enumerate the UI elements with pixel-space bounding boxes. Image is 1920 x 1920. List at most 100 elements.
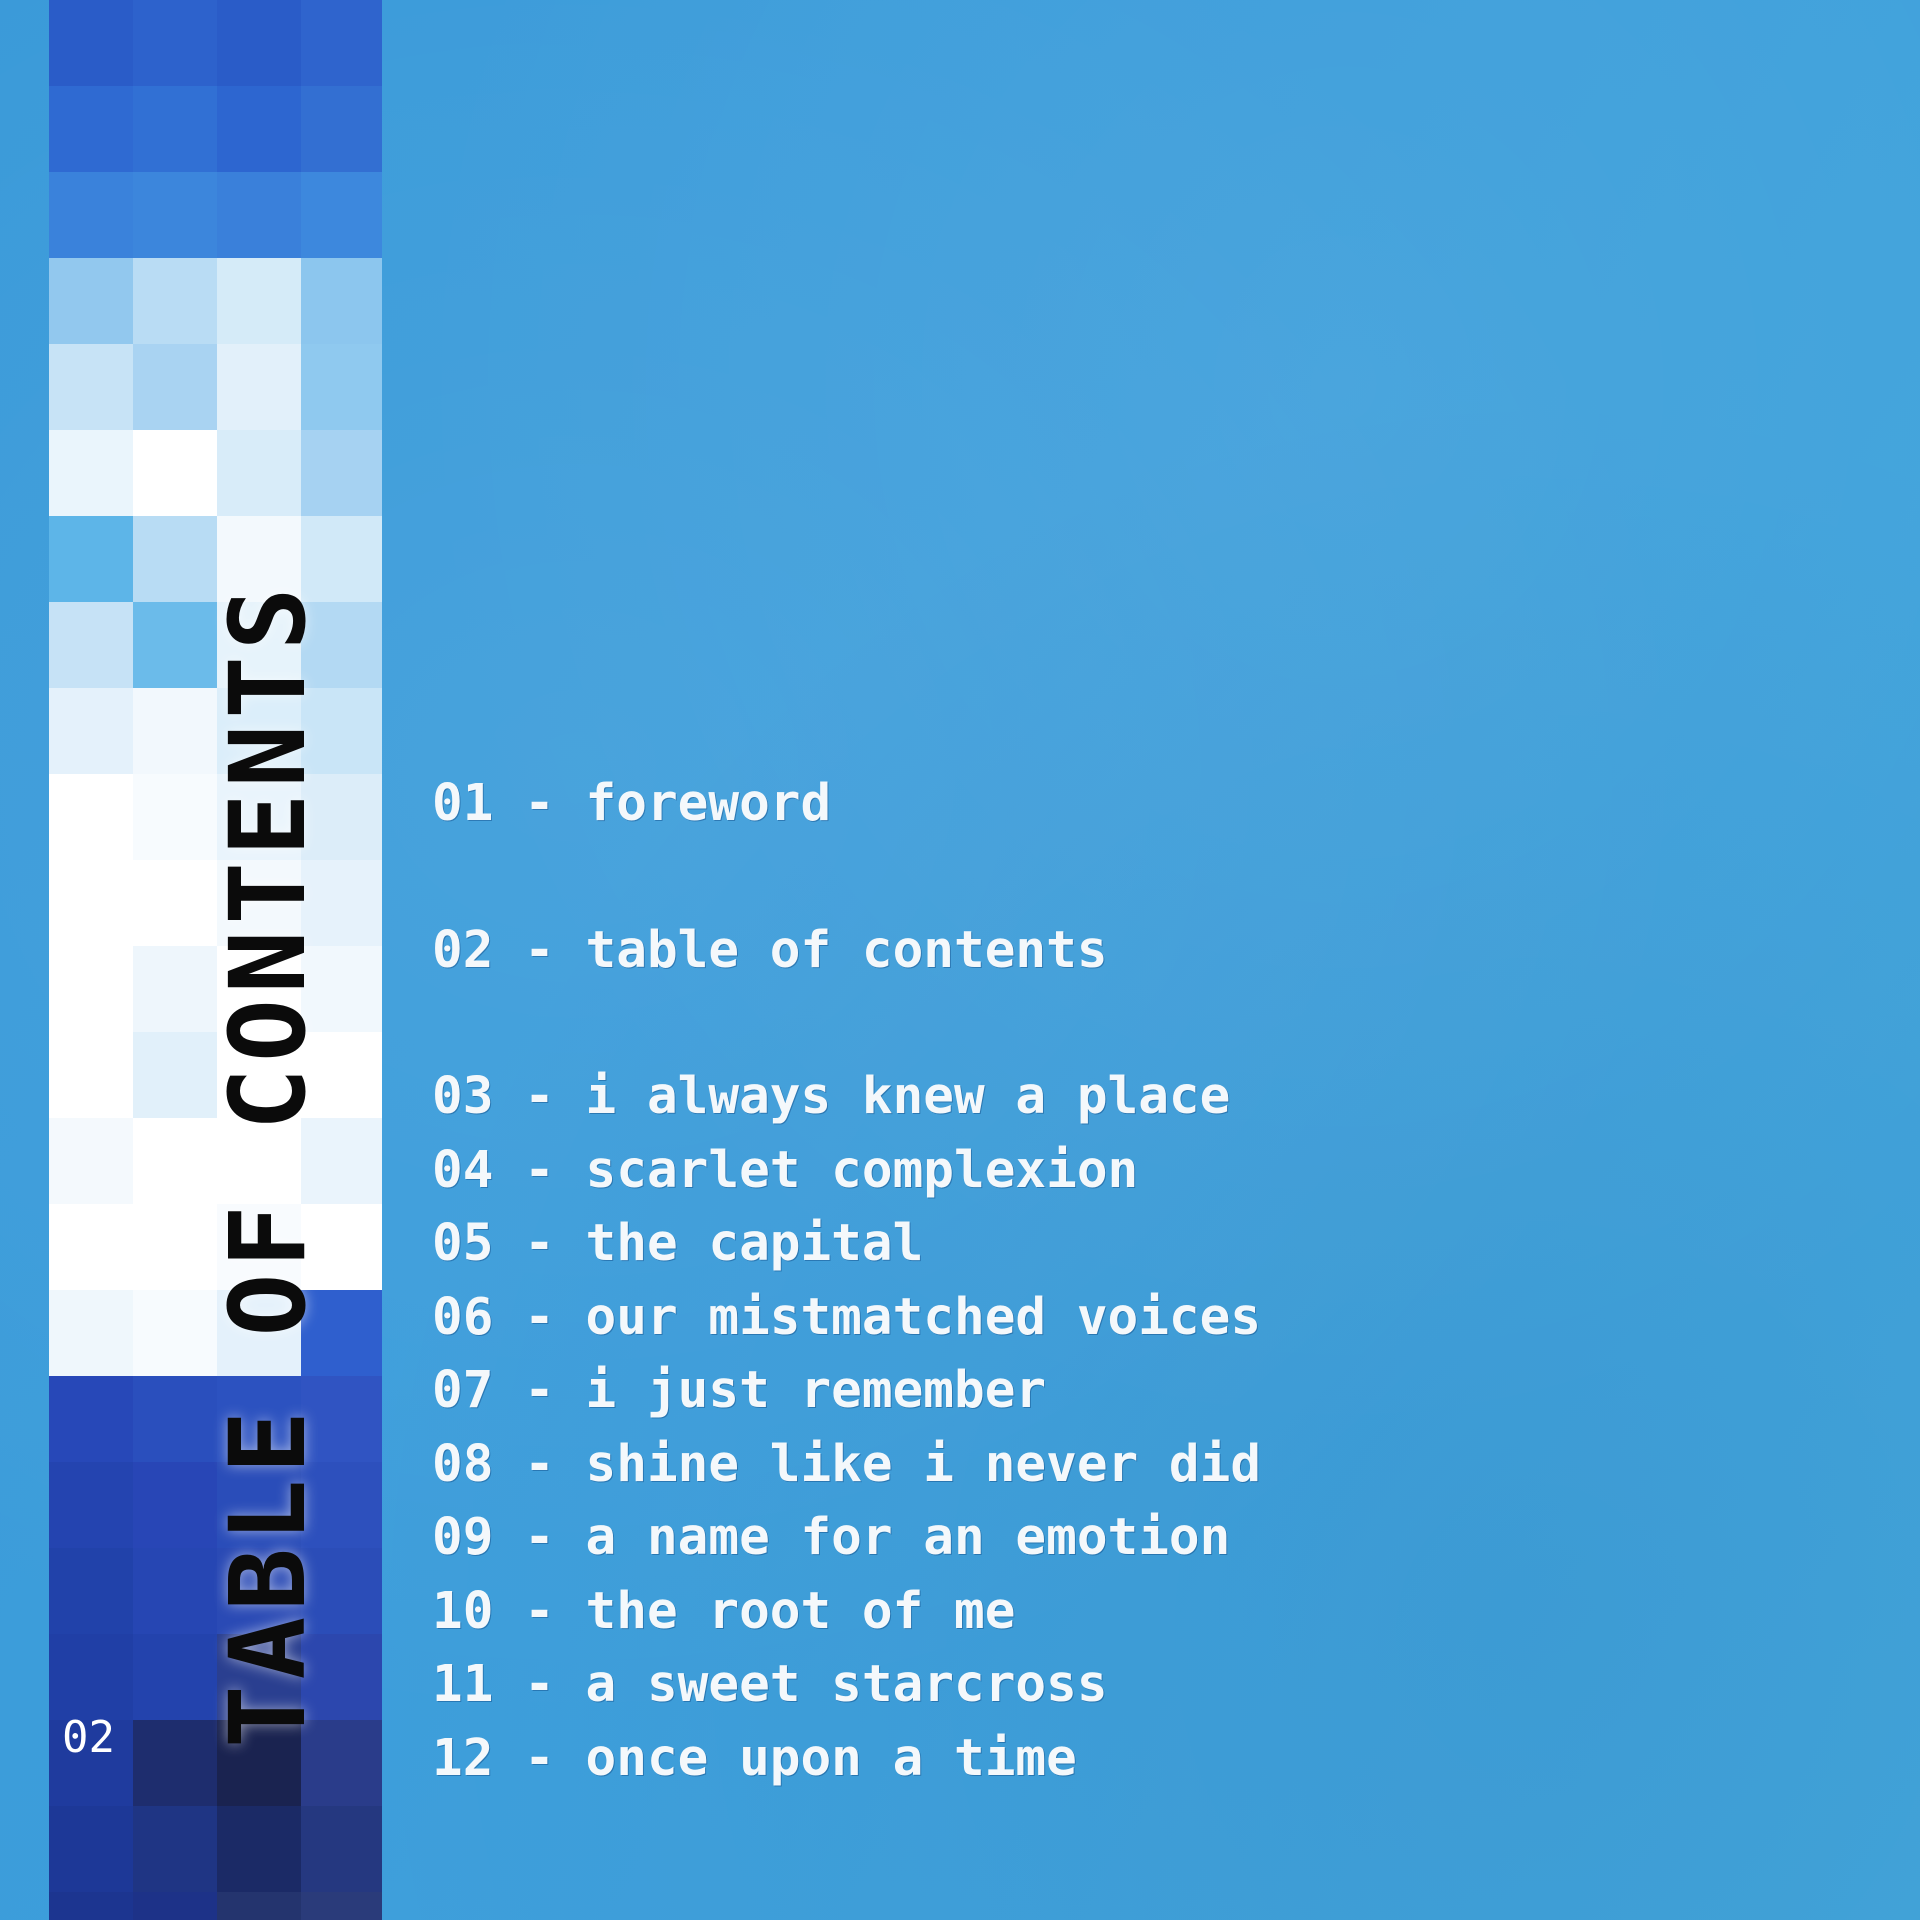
- mosaic-tile: [49, 1118, 133, 1204]
- mosaic-tile: [133, 1462, 217, 1548]
- toc-entry-number: 08: [432, 1434, 494, 1494]
- mosaic-tile: [301, 1892, 382, 1920]
- mosaic-tile: [49, 1032, 133, 1118]
- mosaic-tile: [217, 258, 301, 344]
- toc-entry-number: 05: [432, 1214, 494, 1273]
- mosaic-tile: [49, 1462, 133, 1548]
- page-number: 02: [62, 1712, 115, 1763]
- mosaic-tile: [133, 1806, 217, 1892]
- mosaic-tile: [301, 0, 382, 86]
- spine-title: TABLE OF CONTENTS: [207, 581, 329, 1748]
- toc-entry-number: 07: [432, 1361, 494, 1420]
- toc-entry-title: a sweet starcross: [585, 1655, 1108, 1714]
- toc-entry: 05 - the capital: [432, 1214, 924, 1273]
- mosaic-tile: [301, 1806, 382, 1892]
- toc-entry: 01 - foreword: [432, 774, 832, 833]
- toc-entry-number: 09: [432, 1508, 494, 1567]
- mosaic-tile: [133, 1290, 217, 1376]
- toc-entry: 10 - the root of me: [432, 1581, 1016, 1641]
- mosaic-tile: [49, 946, 133, 1032]
- mosaic-tile: [49, 1204, 133, 1290]
- mosaic-tile: [133, 1204, 217, 1290]
- toc-entry-title: scarlet complexion: [585, 1140, 1139, 1200]
- mosaic-tile: [49, 258, 133, 344]
- mosaic-tile: [133, 258, 217, 344]
- mosaic-tile: [217, 1892, 301, 1920]
- toc-entry-number: 12: [432, 1728, 494, 1788]
- mosaic-tile: [49, 1806, 133, 1892]
- mosaic-tile: [133, 1376, 217, 1462]
- toc-entry-title: foreword: [585, 774, 832, 833]
- mosaic-tile: [217, 1806, 301, 1892]
- toc-entry: 12 - once upon a time: [432, 1728, 1077, 1788]
- mosaic-tile: [49, 0, 133, 86]
- mosaic-tile: [133, 1720, 217, 1806]
- toc-entry-title: the capital: [585, 1214, 924, 1273]
- mosaic-tile: [133, 172, 217, 258]
- toc-entry-number: 06: [432, 1287, 494, 1347]
- toc-entry-number: 01: [432, 774, 494, 833]
- mosaic-tile: [133, 946, 217, 1032]
- mosaic-tile: [133, 516, 217, 602]
- mosaic-tile: [217, 0, 301, 86]
- toc-entry-title: i just remember: [585, 1361, 1047, 1420]
- mosaic-tile: [133, 860, 217, 946]
- toc-entry-number: 11: [432, 1655, 494, 1714]
- mosaic-tile: [133, 1634, 217, 1720]
- mosaic-tile: [49, 86, 133, 172]
- toc-entry: 07 - i just remember: [432, 1361, 1047, 1420]
- toc-entry-title: i always knew a place: [585, 1067, 1231, 1126]
- mosaic-tile: [49, 602, 133, 688]
- mosaic-tile: [49, 1376, 133, 1462]
- table-of-contents-list: 01 - foreword 02 - table of contents 03 - …: [432, 776, 1261, 1804]
- mosaic-tile: [49, 1548, 133, 1634]
- mosaic-tile: [217, 172, 301, 258]
- mosaic-tile: [133, 0, 217, 86]
- toc-entry-title: table of contents: [585, 920, 1108, 980]
- toc-entry: 04 - scarlet complexion: [432, 1140, 1139, 1200]
- mosaic-tile: [133, 1032, 217, 1118]
- toc-entry-number: 03: [432, 1067, 494, 1126]
- toc-entry: 06 - our mistmatched voices: [432, 1287, 1262, 1347]
- mosaic-tile: [49, 516, 133, 602]
- mosaic-tile: [49, 688, 133, 774]
- mosaic-tile: [49, 1290, 133, 1376]
- mosaic-tile: [217, 86, 301, 172]
- toc-entry: 08 - shine like i never did: [432, 1434, 1262, 1494]
- mosaic-tile: [49, 860, 133, 946]
- mosaic-tile: [49, 430, 133, 516]
- mosaic-tile: [301, 172, 382, 258]
- toc-entry-number: 02: [432, 920, 494, 980]
- mosaic-tile: [49, 172, 133, 258]
- toc-entry: 11 - a sweet starcross: [432, 1655, 1108, 1714]
- mosaic-tile: [133, 774, 217, 860]
- toc-entry-number: 04: [432, 1140, 494, 1200]
- mosaic-tile: [301, 430, 382, 516]
- mosaic-tile: [217, 430, 301, 516]
- mosaic-tile: [49, 344, 133, 430]
- mosaic-tile: [133, 86, 217, 172]
- mosaic-tile: [133, 1892, 217, 1920]
- toc-entry: 03 - i always knew a place: [432, 1067, 1231, 1126]
- mosaic-tile: [133, 688, 217, 774]
- toc-entry-title: once upon a time: [585, 1728, 1077, 1788]
- mosaic-tile: [133, 430, 217, 516]
- mosaic-tile: [133, 344, 217, 430]
- toc-entry-title: our mistmatched voices: [585, 1287, 1262, 1347]
- mosaic-tile: [217, 344, 301, 430]
- mosaic-tile: [49, 774, 133, 860]
- toc-entry: 09 - a name for an emotion: [432, 1508, 1231, 1567]
- mosaic-tile: [49, 1634, 133, 1720]
- toc-entry-title: a name for an emotion: [585, 1508, 1231, 1567]
- mosaic-tile: [133, 1118, 217, 1204]
- toc-entry-number: 10: [432, 1581, 494, 1641]
- mosaic-tile: [49, 1892, 133, 1920]
- toc-entry-title: shine like i never did: [585, 1434, 1262, 1494]
- toc-entry-title: the root of me: [585, 1581, 1016, 1641]
- mosaic-tile: [133, 1548, 217, 1634]
- mosaic-tile: [133, 602, 217, 688]
- mosaic-tile: [301, 258, 382, 344]
- toc-entry: 02 - table of contents: [432, 920, 1108, 980]
- mosaic-tile: [301, 344, 382, 430]
- mosaic-tile: [301, 86, 382, 172]
